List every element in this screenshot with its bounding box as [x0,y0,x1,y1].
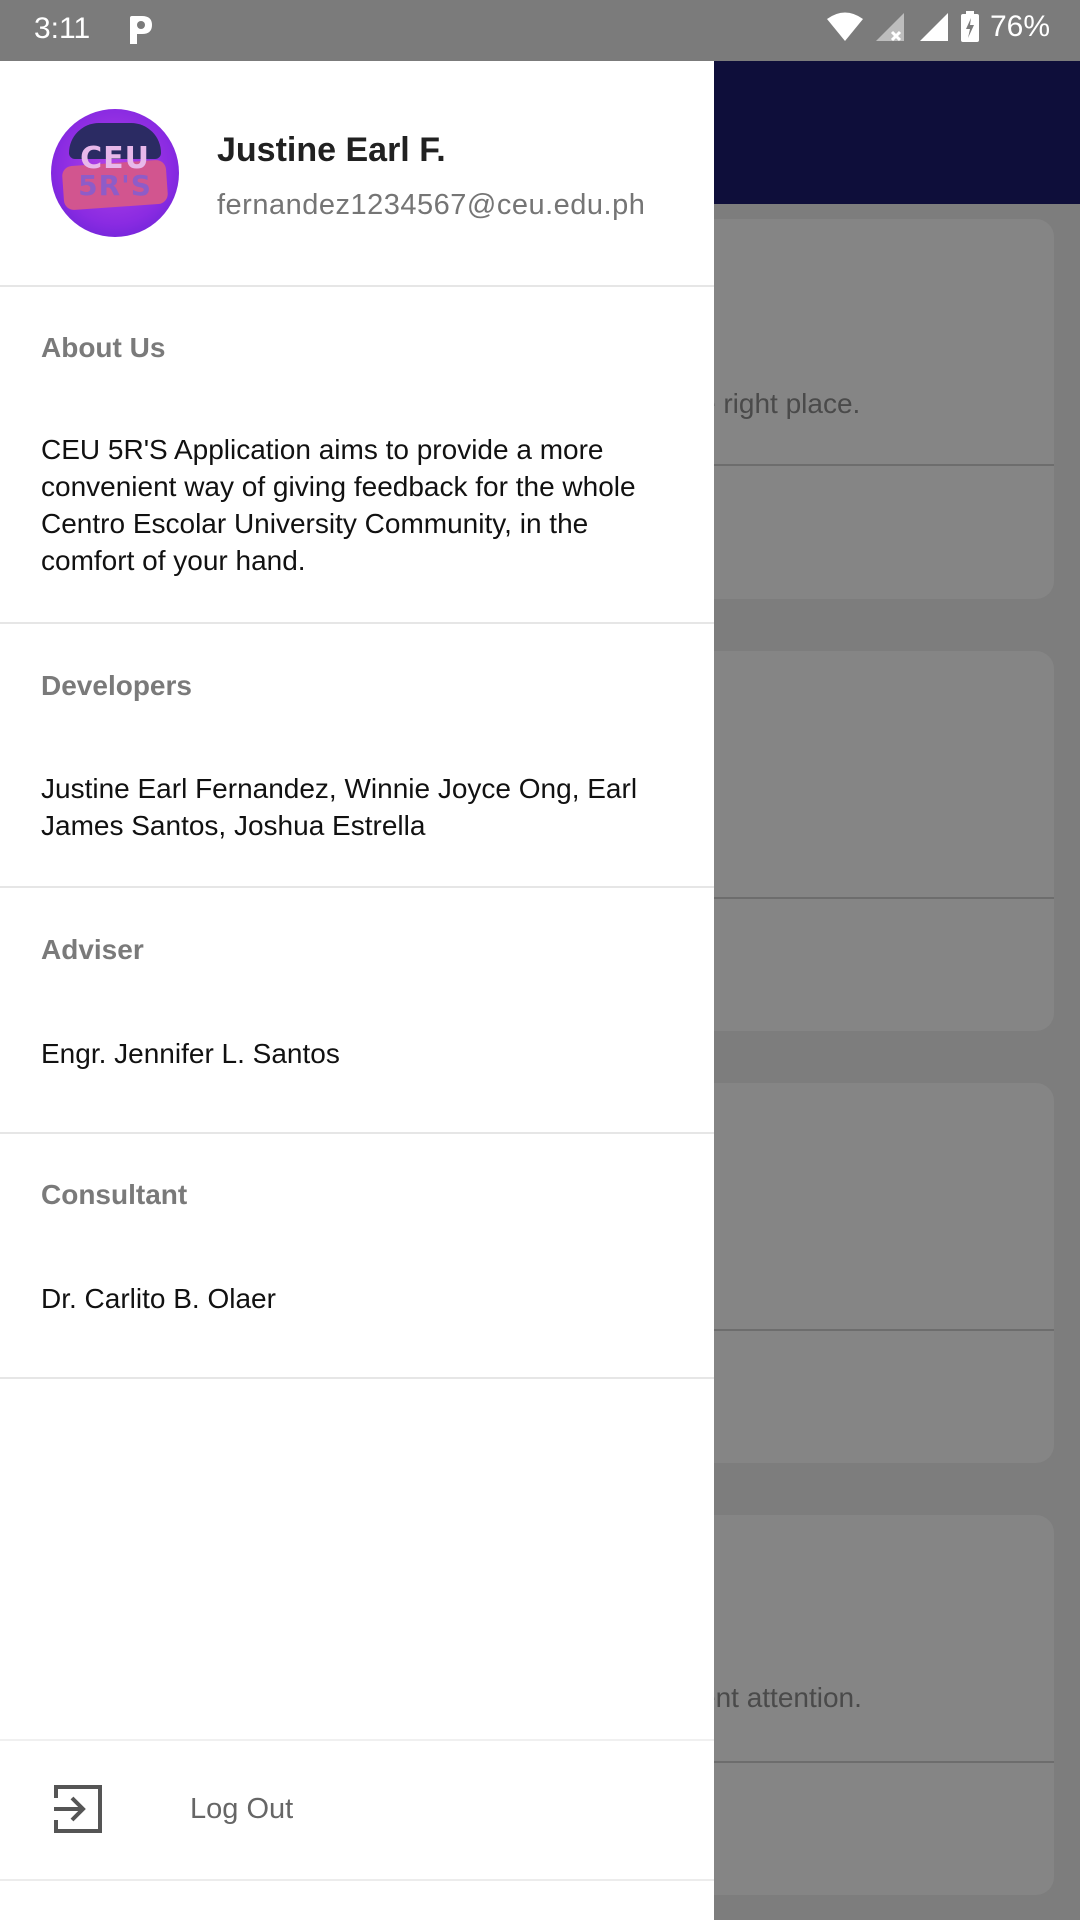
status-icons: 76% [826,10,1050,44]
signal-icon [919,13,948,41]
divider [0,1879,714,1881]
about-title: About Us [41,332,166,363]
status-time: 3:11 [34,12,91,45]
user-email: fernandez1234567@ceu.edu.ph [217,189,646,221]
adviser-body: Engr. Jennifer L. Santos [41,1038,340,1069]
logout-label: Log Out [190,1793,294,1825]
consultant-body: Dr. Carlito B. Olaer [41,1283,276,1314]
logout-button[interactable]: Log Out [0,1741,714,1881]
adviser-title: Adviser [41,934,144,965]
about-body: CEU 5R'S Application aims to provide a m… [41,434,636,576]
p-app-icon [130,16,152,44]
background-card-text: ent attention. [700,1682,862,1713]
developers-body: Justine Earl Fernandez, Winnie Joyce Ong… [41,773,638,841]
logout-icon [54,1785,102,1833]
user-name: Justine Earl F. [217,131,446,169]
divider [0,1132,714,1134]
developers-title: Developers [41,670,192,701]
divider [0,886,714,888]
background-card-text: e right place. [700,388,861,419]
avatar: CEU 5R'S [51,109,179,237]
battery-percent: 76% [989,10,1050,43]
status-bar: 3:11 76% [0,0,1080,61]
consultant-title: Consultant [41,1179,188,1210]
wifi-icon [826,12,863,41]
signal-no-sim-icon [875,13,904,42]
navigation-drawer[interactable]: CEU 5R'S Justine Earl F. fernandez123456… [0,61,714,1920]
divider [0,285,714,287]
divider [0,622,714,624]
logo-text-5rs: 5R'S [78,169,152,202]
battery-charging-icon [960,11,979,42]
divider [0,1377,714,1379]
